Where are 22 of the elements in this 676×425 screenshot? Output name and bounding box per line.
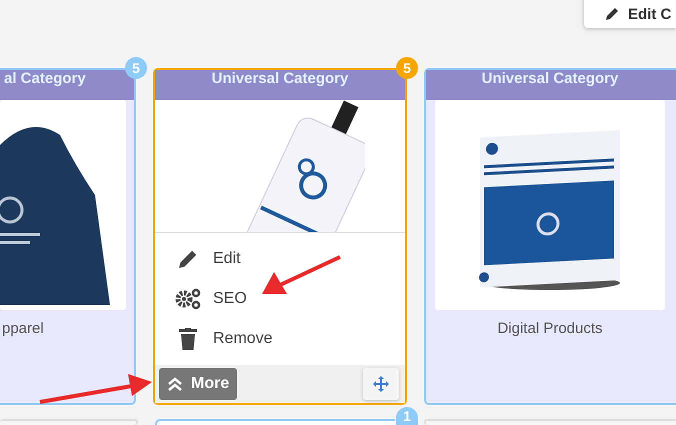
category-name: Digital Products <box>497 320 603 337</box>
move-arrows-icon <box>373 376 389 392</box>
category-card[interactable] <box>155 419 395 425</box>
pencil-icon <box>604 6 620 22</box>
category-card[interactable] <box>0 419 138 425</box>
category-header: Universal Category <box>155 70 405 100</box>
count-badge: 5 <box>125 57 147 79</box>
double-chevron-up-icon <box>167 376 183 392</box>
category-header: al Category <box>0 70 134 100</box>
edit-button[interactable]: Edit C <box>584 0 676 28</box>
category-card[interactable]: Universal Category Digital Products <box>424 68 676 405</box>
menu-item[interactable]: SEO <box>155 279 405 319</box>
move-handle[interactable] <box>363 368 399 400</box>
count-badge: 1 <box>396 407 418 425</box>
count-badge: 5 <box>396 57 418 79</box>
category-header: Universal Category <box>426 70 676 100</box>
menu-item[interactable]: Remove <box>155 319 405 359</box>
category-name: pparel <box>1 320 44 337</box>
category-card[interactable] <box>424 419 676 425</box>
gears-icon <box>175 288 201 310</box>
menu-item[interactable]: Edit <box>155 239 405 279</box>
more-button[interactable]: More <box>159 368 238 400</box>
